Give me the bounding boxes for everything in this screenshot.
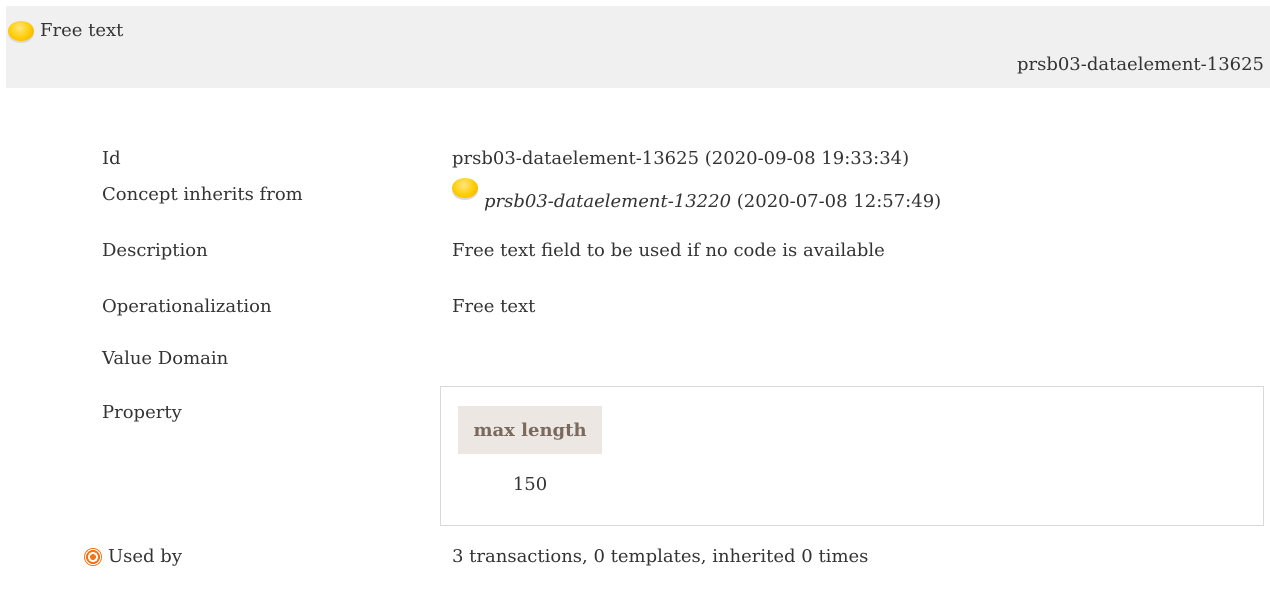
label-property: Property [102,402,182,423]
used-by-label-text: Used by [108,546,182,567]
inherits-date: (2020-07-08 12:57:49) [736,191,942,212]
label-inherits: Concept inherits from [102,184,303,205]
value-used-by[interactable]: 3 transactions, 0 templates, inherited 0… [452,544,868,570]
row-description: Description Free text field to be used i… [0,238,1270,278]
row-used-by: Used by 3 transactions, 0 templates, inh… [0,544,1270,584]
inherits-link[interactable]: prsb03-dataelement-13220 [484,191,731,212]
target-icon [84,548,102,566]
inherits-value-text: prsb03-dataelement-13220 (2020-07-08 12:… [484,188,941,216]
yellow-orb-icon [8,20,34,41]
property-value-max-length: 150 [512,474,548,495]
value-description: Free text field to be used if no code is… [452,240,885,261]
label-operationalization: Operationalization [102,296,272,317]
concept-header: Free text prsb03-dataelement-13625 [6,6,1270,88]
value-id: prsb03-dataelement-13625 (2020-09-08 19:… [452,148,910,169]
label-value-domain: Value Domain [102,348,229,369]
label-used-by: Used by [84,544,182,570]
concept-name: Free text [40,20,124,41]
concept-id: prsb03-dataelement-13625 [1016,54,1264,75]
label-id: Id [102,148,121,169]
label-description: Description [102,240,208,261]
property-table: max length 150 [440,386,1264,526]
value-inherits: prsb03-dataelement-13220 (2020-07-08 12:… [452,174,941,212]
property-header-max-length: max length [458,406,602,454]
row-operationalization: Operationalization Free text [0,294,1270,334]
row-inherits: Concept inherits from prsb03-dataelement… [0,178,1270,224]
value-operationalization: Free text [452,296,536,317]
row-value-domain: Value Domain [0,346,1270,386]
concept-title: Free text [8,20,123,41]
yellow-orb-icon [452,178,478,198]
